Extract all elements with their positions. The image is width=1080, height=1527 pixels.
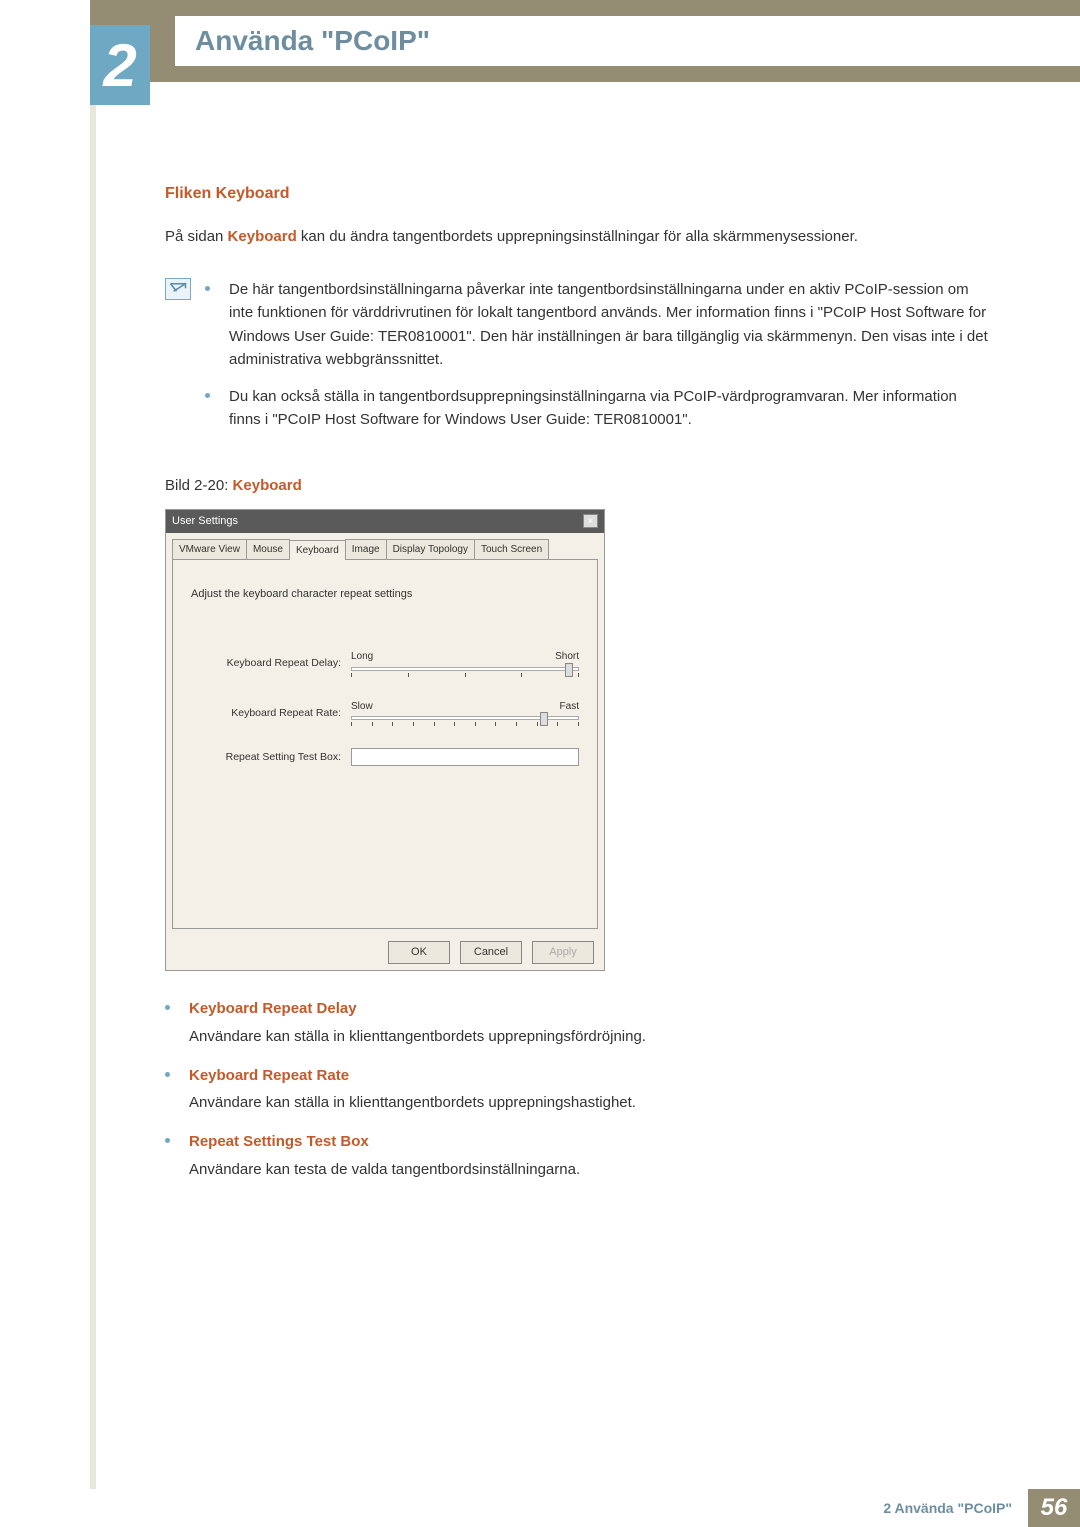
close-icon[interactable]: ×: [583, 514, 598, 528]
footer-page-number: 56: [1028, 1489, 1080, 1527]
tab-touch-screen[interactable]: Touch Screen: [474, 539, 549, 560]
intro-prefix: På sidan: [165, 228, 228, 245]
test-row: Repeat Setting Test Box:: [191, 748, 579, 766]
tab-display-topology[interactable]: Display Topology: [386, 539, 475, 560]
intro-paragraph: På sidan Keyboard kan du ändra tangentbo…: [165, 225, 990, 248]
rate-slider[interactable]: [351, 716, 579, 720]
note-list: De här tangentbordsinställningarna påver…: [205, 278, 990, 446]
delay-slider-box: Long Short: [351, 649, 579, 677]
definition-item: Keyboard Repeat Delay Användare kan stäl…: [165, 997, 990, 1048]
note-item: De här tangentbordsinställningarna påver…: [205, 278, 990, 371]
definition-desc: Användare kan ställa in klienttangentbor…: [189, 1091, 990, 1114]
definition-term: Keyboard Repeat Rate: [189, 1064, 990, 1087]
definition-item: Repeat Settings Test Box Användare kan t…: [165, 1130, 990, 1181]
rate-slider-box: Slow Fast: [351, 699, 579, 727]
test-label: Repeat Setting Test Box:: [191, 749, 351, 765]
definitions-list: Keyboard Repeat Delay Användare kan stäl…: [165, 997, 990, 1181]
cancel-button[interactable]: Cancel: [460, 941, 522, 964]
chapter-number: 2: [103, 31, 136, 100]
footer-label: 2 Använda "PCoIP": [883, 1489, 1028, 1527]
definition-item: Keyboard Repeat Rate Användare kan ställ…: [165, 1064, 990, 1115]
rate-slider-thumb[interactable]: [540, 712, 548, 726]
delay-ticks: [351, 673, 579, 677]
apply-button: Apply: [532, 941, 594, 964]
tab-instruction: Adjust the keyboard character repeat set…: [191, 586, 579, 603]
tab-mouse[interactable]: Mouse: [246, 539, 290, 560]
repeat-test-input[interactable]: [351, 748, 579, 766]
tab-vmware-view[interactable]: VMware View: [172, 539, 247, 560]
rate-right-label: Fast: [560, 699, 579, 715]
page-header: 2 Använda "PCoIP": [90, 0, 1080, 82]
definition-desc: Användare kan ställa in klienttangentbor…: [189, 1025, 990, 1048]
definition-term: Repeat Settings Test Box: [189, 1130, 990, 1153]
caption-prefix: Bild 2-20:: [165, 477, 233, 494]
rate-label: Keyboard Repeat Rate:: [191, 705, 351, 721]
note-icon: [165, 278, 191, 300]
intro-bold: Keyboard: [228, 228, 297, 245]
definition-desc: Användare kan testa de valda tangentbord…: [189, 1158, 990, 1181]
user-settings-dialog: User Settings × VMware View Mouse Keyboa…: [165, 509, 605, 972]
delay-slider[interactable]: [351, 667, 579, 671]
note-block: De här tangentbordsinställningarna påver…: [165, 278, 990, 446]
rate-left-label: Slow: [351, 699, 373, 715]
dialog-title-text: User Settings: [172, 513, 238, 530]
tab-keyboard[interactable]: Keyboard: [289, 540, 346, 561]
tab-body: Adjust the keyboard character repeat set…: [172, 559, 598, 929]
delay-left-label: Long: [351, 649, 373, 665]
left-decor-strip: [90, 105, 96, 1489]
delay-slider-thumb[interactable]: [565, 663, 573, 677]
rate-row: Keyboard Repeat Rate: Slow Fast: [191, 699, 579, 727]
dialog-titlebar: User Settings ×: [166, 510, 604, 533]
delay-label: Keyboard Repeat Delay:: [191, 655, 351, 671]
caption-bold: Keyboard: [233, 477, 302, 494]
note-item: Du kan också ställa in tangentbordsuppre…: [205, 385, 990, 432]
tab-strip: VMware View Mouse Keyboard Image Display…: [166, 533, 604, 560]
delay-row: Keyboard Repeat Delay: Long Short: [191, 649, 579, 677]
dialog-button-row: OK Cancel Apply: [166, 935, 604, 970]
page-content: Fliken Keyboard På sidan Keyboard kan du…: [0, 82, 1080, 1267]
page-footer: 2 Använda "PCoIP" 56: [0, 1489, 1080, 1527]
tab-image[interactable]: Image: [345, 539, 387, 560]
definition-term: Keyboard Repeat Delay: [189, 997, 990, 1020]
figure-caption: Bild 2-20: Keyboard: [165, 474, 990, 497]
section-title: Fliken Keyboard: [165, 182, 990, 207]
chapter-badge: 2: [90, 25, 150, 105]
chapter-title: Använda "PCoIP": [175, 16, 1080, 66]
ok-button[interactable]: OK: [388, 941, 450, 964]
intro-suffix: kan du ändra tangentbordets upprepningsi…: [297, 228, 858, 245]
